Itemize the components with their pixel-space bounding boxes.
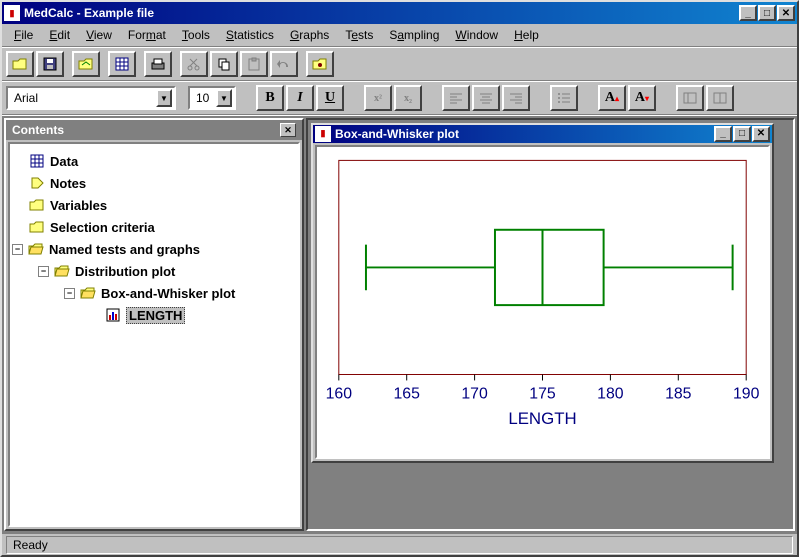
font-grow-button[interactable]: A▴ bbox=[598, 85, 626, 111]
svg-text:185: 185 bbox=[665, 385, 692, 402]
folder-open-icon bbox=[79, 285, 97, 301]
font-size: 10 bbox=[196, 91, 209, 105]
cut-button[interactable] bbox=[180, 51, 208, 77]
mdi-area: ▮ Box-and-Whisker plot _ □ ✕ 160 165 170 17… bbox=[306, 118, 795, 531]
undo-button[interactable] bbox=[270, 51, 298, 77]
svg-text:190: 190 bbox=[733, 385, 760, 402]
font-name: Arial bbox=[14, 91, 38, 105]
menu-help[interactable]: Help bbox=[506, 26, 547, 44]
tree-item-box[interactable]: − Box-and-Whisker plot bbox=[12, 282, 296, 304]
menu-tests[interactable]: Tests bbox=[337, 26, 381, 44]
menu-edit[interactable]: Edit bbox=[41, 26, 78, 44]
workspace: Contents ✕ Data Notes Variables bbox=[2, 115, 797, 533]
folder-icon bbox=[28, 219, 46, 235]
chevron-down-icon: ▼ bbox=[156, 89, 172, 107]
font-combo[interactable]: Arial ▼ bbox=[6, 86, 176, 110]
window-title: MedCalc - Example file bbox=[24, 6, 154, 20]
bold-button[interactable]: B bbox=[256, 85, 284, 111]
svg-text:175: 175 bbox=[529, 385, 556, 402]
app-window: ▮ MedCalc - Example file _ □ ✕ File Edit… bbox=[0, 0, 799, 557]
menu-statistics[interactable]: Statistics bbox=[218, 26, 282, 44]
tree-item-length[interactable]: LENGTH bbox=[12, 304, 296, 326]
boxplot-chart: 160 165 170 175 180 185 190 LENGTH bbox=[317, 147, 768, 457]
contents-header[interactable]: Contents ✕ bbox=[6, 120, 302, 140]
menu-graphs[interactable]: Graphs bbox=[282, 26, 337, 44]
grid-icon bbox=[28, 153, 46, 169]
tree-item-variables[interactable]: Variables bbox=[12, 194, 296, 216]
sub-button[interactable]: x₂ bbox=[394, 85, 422, 111]
format-toolbar: Arial ▼ 10 ▼ B I U x² x₂ A▴ A▾ bbox=[2, 81, 797, 115]
svg-text:160: 160 bbox=[326, 385, 353, 402]
chart-window[interactable]: ▮ Box-and-Whisker plot _ □ ✕ 160 165 170 17… bbox=[311, 123, 774, 463]
close-button[interactable]: ✕ bbox=[777, 5, 795, 21]
svg-text:170: 170 bbox=[461, 385, 488, 402]
folder-icon bbox=[28, 197, 46, 213]
collapse-icon[interactable]: − bbox=[38, 266, 49, 277]
font-shrink-button[interactable]: A▾ bbox=[628, 85, 656, 111]
tree-item-data[interactable]: Data bbox=[12, 150, 296, 172]
tree-item-selection[interactable]: Selection criteria bbox=[12, 216, 296, 238]
chart-window-title: Box-and-Whisker plot bbox=[335, 127, 459, 141]
sup-button[interactable]: x² bbox=[364, 85, 392, 111]
collapse-icon[interactable]: − bbox=[64, 288, 75, 299]
copy-button[interactable] bbox=[210, 51, 238, 77]
main-toolbar bbox=[2, 47, 797, 81]
minimize-button[interactable]: _ bbox=[739, 5, 757, 21]
italic-button[interactable]: I bbox=[286, 85, 314, 111]
svg-text:165: 165 bbox=[393, 385, 420, 402]
align-center-button[interactable] bbox=[472, 85, 500, 111]
app-icon: ▮ bbox=[4, 5, 20, 21]
tree-label-selected: LENGTH bbox=[126, 307, 185, 324]
print-button[interactable] bbox=[144, 51, 172, 77]
chart-canvas: 160 165 170 175 180 185 190 LENGTH bbox=[315, 145, 770, 459]
folder-open-icon bbox=[27, 241, 45, 257]
status-text: Ready bbox=[6, 536, 793, 554]
menu-view[interactable]: View bbox=[78, 26, 120, 44]
menu-file[interactable]: File bbox=[6, 26, 41, 44]
maximize-button[interactable]: □ bbox=[758, 5, 776, 21]
align-left-button[interactable] bbox=[442, 85, 470, 111]
list-button[interactable] bbox=[550, 85, 578, 111]
tree-item-notes[interactable]: Notes bbox=[12, 172, 296, 194]
size-combo[interactable]: 10 ▼ bbox=[188, 86, 236, 110]
chart-titlebar[interactable]: ▮ Box-and-Whisker plot _ □ ✕ bbox=[313, 125, 772, 143]
folder-button[interactable] bbox=[306, 51, 334, 77]
chart-icon: ▮ bbox=[315, 126, 331, 142]
menubar: File Edit View Format Tools Statistics G… bbox=[2, 24, 797, 47]
underline-button[interactable]: U bbox=[316, 85, 344, 111]
folder-open-icon bbox=[53, 263, 71, 279]
menu-tools[interactable]: Tools bbox=[174, 26, 218, 44]
grid-button[interactable] bbox=[108, 51, 136, 77]
tree-item-named[interactable]: − Named tests and graphs bbox=[12, 238, 296, 260]
contents-title: Contents bbox=[12, 123, 64, 137]
chart-icon bbox=[104, 307, 122, 323]
tree-item-dist[interactable]: − Distribution plot bbox=[12, 260, 296, 282]
paste-button[interactable] bbox=[240, 51, 268, 77]
titlebar[interactable]: ▮ MedCalc - Example file _ □ ✕ bbox=[2, 2, 797, 24]
svg-text:LENGTH: LENGTH bbox=[508, 409, 576, 428]
align-right-button[interactable] bbox=[502, 85, 530, 111]
home-button[interactable] bbox=[72, 51, 100, 77]
minimize-button[interactable]: _ bbox=[714, 126, 732, 142]
tag-icon bbox=[28, 175, 46, 191]
layout-2-button[interactable] bbox=[706, 85, 734, 111]
close-icon[interactable]: ✕ bbox=[280, 123, 296, 137]
collapse-icon[interactable]: − bbox=[12, 244, 23, 255]
svg-text:180: 180 bbox=[597, 385, 624, 402]
chevron-down-icon: ▼ bbox=[216, 89, 232, 107]
statusbar: Ready bbox=[2, 533, 797, 555]
save-button[interactable] bbox=[36, 51, 64, 77]
maximize-button[interactable]: □ bbox=[733, 126, 751, 142]
layout-1-button[interactable] bbox=[676, 85, 704, 111]
menu-sampling[interactable]: Sampling bbox=[381, 26, 447, 44]
menu-window[interactable]: Window bbox=[447, 26, 506, 44]
contents-panel: Contents ✕ Data Notes Variables bbox=[4, 118, 304, 531]
close-button[interactable]: ✕ bbox=[752, 126, 770, 142]
menu-format[interactable]: Format bbox=[120, 26, 174, 44]
contents-tree[interactable]: Data Notes Variables Selection criteria bbox=[8, 142, 300, 527]
open-button[interactable] bbox=[6, 51, 34, 77]
